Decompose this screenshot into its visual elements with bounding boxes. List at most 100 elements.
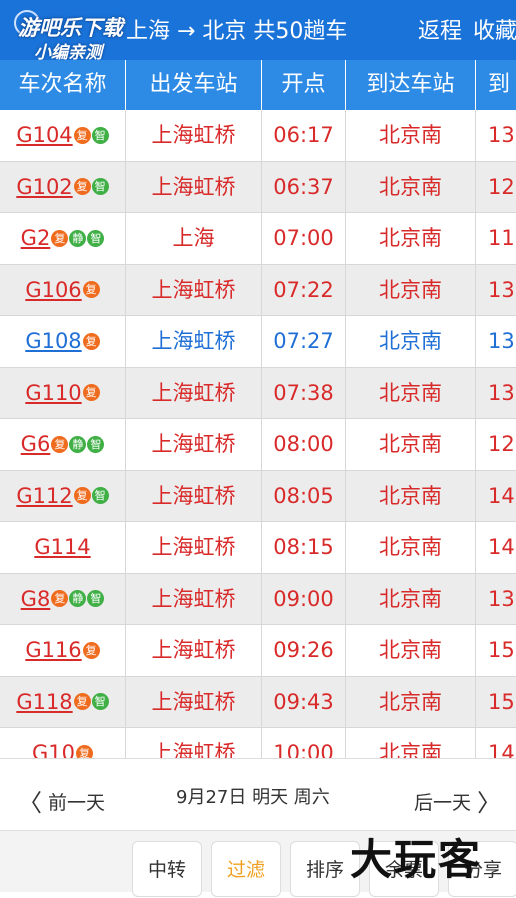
next-day-label: 后一天 [414, 792, 472, 814]
fuxing-badge-icon: 复 [73, 126, 91, 144]
arrival-station-cell: 北京南 [346, 419, 476, 470]
train-number-link[interactable]: G106 [25, 278, 81, 302]
arrival-station-cell: 北京南 [346, 728, 476, 758]
column-header-train[interactable]: 车次名称 [0, 60, 126, 110]
departure-station-cell: 上海虹桥 [126, 522, 262, 573]
table-row[interactable]: G112复智上海虹桥08:05北京南 14: [0, 470, 516, 522]
fuxing-badge-icon: 复 [51, 229, 69, 247]
train-number-link[interactable]: G110 [25, 381, 81, 405]
table-row[interactable]: G106复上海虹桥07:22北京南13: [0, 264, 516, 316]
arrival-station-cell: 北京南 [346, 316, 476, 367]
column-header-depart-time[interactable]: 开点 [262, 60, 346, 110]
train-number-link[interactable]: G118 [16, 690, 72, 714]
return-trip-button[interactable]: 返程 [418, 13, 462, 45]
previous-day-button[interactable]: 〈 前一天 [18, 781, 105, 817]
top-bar: 游吧乐下载 小编亲测 上海 → 北京 共50趟车 返程 收藏 [0, 0, 516, 63]
column-header-arrive-time[interactable]: 到 [476, 60, 516, 110]
table-row[interactable]: G6复静智上海虹桥08:00北京南12: [0, 419, 516, 471]
departure-time-cell: 07:27 [262, 316, 346, 367]
table-row[interactable]: G8复静智上海虹桥09:00北京南13: [0, 573, 516, 625]
train-number-cell[interactable]: G108 复 [0, 316, 126, 367]
train-number-cell[interactable]: G102 复智 [0, 161, 126, 213]
fuxing-badge-icon: 复 [76, 744, 93, 758]
departure-station-cell: 上海虹桥 [126, 573, 262, 625]
arrival-station-cell: 北京南 [346, 470, 476, 522]
train-number-cell[interactable]: G112 复智 [0, 470, 126, 522]
table-row[interactable]: G118复智上海虹桥09:43北京南 15: [0, 676, 516, 728]
quiet-badge-icon: 静 [69, 590, 87, 607]
table-row[interactable]: G10复上海虹桥10:00北京南14: [0, 728, 516, 758]
departure-station-cell: 上海虹桥 [126, 316, 262, 367]
train-number-cell[interactable]: G2 复静智 [0, 213, 126, 264]
table-row[interactable]: G116复上海虹桥09:26北京南15: [0, 625, 516, 677]
departure-time-cell: 07:38 [262, 367, 346, 419]
fuxing-badge-icon: 复 [82, 332, 100, 350]
fuxing-badge-icon: 复 [82, 641, 100, 659]
fuxing-badge-icon: 复 [73, 178, 91, 195]
train-number-link[interactable]: G104 [16, 123, 72, 147]
arrival-station-cell: 北京南 [346, 367, 476, 419]
date-bar: 〈 前一天 9月27日 明天 周六 后一天 〉 [0, 758, 516, 831]
train-number-link[interactable]: G2 [21, 226, 51, 250]
arrival-time-cell: 13: [488, 586, 516, 611]
train-list[interactable]: G104复智上海虹桥06:17北京南13:G102复智上海虹桥06:37北京南1… [0, 110, 516, 758]
arrival-time-cell: 13: [488, 380, 516, 405]
departure-station-cell: 上海虹桥 [126, 676, 262, 728]
fuxing-badge-icon: 复 [73, 693, 91, 710]
arrival-time-cell: 13: [488, 123, 516, 147]
smart-badge-icon: 智 [87, 229, 105, 247]
train-number-link[interactable]: G114 [34, 535, 90, 559]
arrival-station-cell: 北京南 [346, 573, 476, 625]
train-number-link[interactable]: G108 [25, 329, 81, 353]
train-number-cell[interactable]: G118 复智 [0, 676, 126, 728]
arrival-station-cell: 北京南 [346, 110, 476, 161]
table-row[interactable]: G108复上海虹桥07:27北京南13: [0, 316, 516, 368]
column-header-from-station[interactable]: 出发车站 [126, 60, 262, 110]
train-number-link[interactable]: G116 [25, 638, 81, 662]
smart-badge-icon: 智 [87, 435, 105, 453]
table-row[interactable]: G104复智上海虹桥06:17北京南 13: [0, 110, 516, 162]
departure-time-cell: 07:00 [262, 213, 346, 264]
arrival-time-cell: 12: [488, 432, 516, 456]
arrival-time-cell: 12: [488, 174, 516, 199]
table-header: 车次名称 出发车站 开点 到达车站 到 [0, 60, 516, 110]
table-row[interactable]: G2复静智上海07:00北京南11: [0, 213, 516, 265]
departure-time-cell: 08:00 [262, 419, 346, 470]
arrival-station-cell: 北京南 [346, 625, 476, 676]
route-title: 上海 → 北京 共50趟车 [126, 19, 348, 44]
train-number-cell[interactable]: G110 复 [0, 367, 126, 419]
train-number-link[interactable]: G112 [16, 484, 72, 508]
filter-button[interactable]: 过滤 [211, 841, 281, 897]
train-number-cell[interactable]: G116 复 [0, 625, 126, 676]
fuxing-badge-icon: 复 [82, 384, 100, 401]
train-number-link[interactable]: G6 [21, 432, 51, 456]
favorite-button[interactable]: 收藏 [473, 13, 516, 45]
arrival-time-cell: 14: [488, 535, 516, 559]
column-header-to-station[interactable]: 到达车站 [346, 60, 476, 110]
train-number-cell[interactable]: G8 复静智 [0, 573, 126, 625]
table-row[interactable]: G114 上海虹桥08:15北京南 14: [0, 522, 516, 574]
current-date[interactable]: 9月27日 明天 周六 [176, 783, 330, 809]
transfer-button[interactable]: 中转 [132, 841, 202, 897]
train-number-cell[interactable]: G10 复 [0, 728, 126, 758]
table-row[interactable]: G110复上海虹桥07:38北京南13: [0, 367, 516, 419]
table-row[interactable]: G102复智上海虹桥06:37北京南 12: [0, 161, 516, 213]
smart-badge-icon: 智 [91, 126, 109, 144]
departure-station-cell: 上海虹桥 [126, 728, 262, 758]
chevron-left-icon: 〈 [18, 789, 42, 817]
train-number-cell[interactable]: G104 复智 [0, 110, 126, 161]
train-number-link[interactable]: G8 [21, 587, 51, 611]
arrival-station-cell: 北京南 [346, 522, 476, 573]
departure-station-cell: 上海虹桥 [126, 625, 262, 676]
next-day-button[interactable]: 后一天 〉 [414, 781, 501, 817]
departure-time-cell: 09:43 [262, 676, 346, 728]
train-number-cell[interactable]: G106 复 [0, 264, 126, 316]
smart-badge-icon: 智 [91, 178, 109, 195]
train-number-link[interactable]: G102 [16, 175, 72, 199]
train-number-link[interactable]: G10 [32, 741, 75, 758]
arrival-station-cell: 北京南 [346, 676, 476, 728]
train-number-cell[interactable]: G6 复静智 [0, 419, 126, 470]
train-number-cell[interactable]: G114 [0, 522, 126, 573]
departure-time-cell: 06:17 [262, 110, 346, 161]
departure-time-cell: 06:37 [262, 161, 346, 213]
